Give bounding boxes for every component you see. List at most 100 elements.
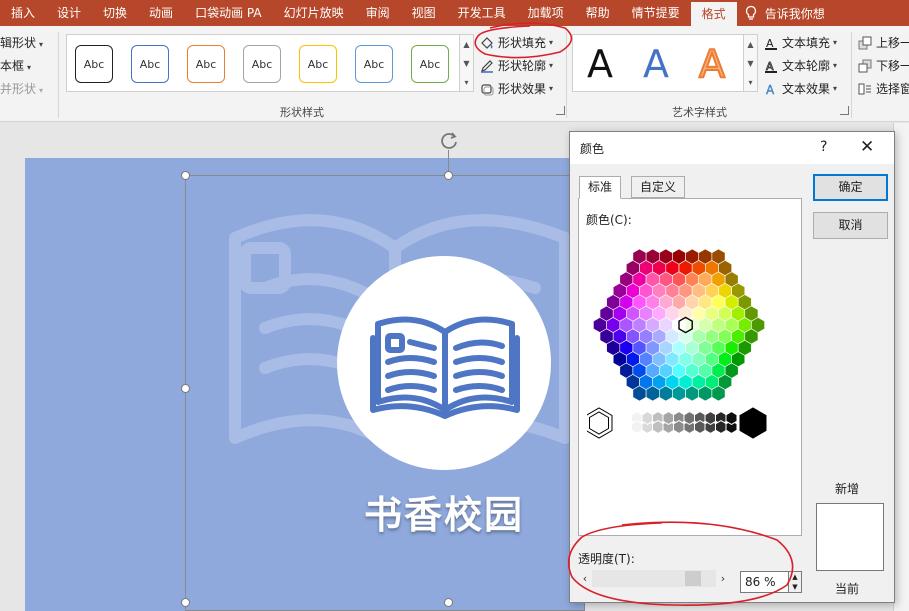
- text-fill-label: 文本填充: [782, 36, 831, 50]
- tab-insert[interactable]: 插入: [0, 0, 46, 26]
- slider-right-icon[interactable]: ›: [716, 570, 730, 587]
- shape-style-swatch[interactable]: Abc: [187, 45, 225, 83]
- text-box-label: 本框: [0, 59, 25, 73]
- cancel-button[interactable]: 取消: [813, 212, 888, 239]
- slide-title[interactable]: 书香校园: [337, 484, 551, 539]
- close-icon[interactable]: ✕: [860, 137, 874, 157]
- tab-addins[interactable]: 加载项: [517, 0, 575, 26]
- shape-style-swatch[interactable]: Abc: [243, 45, 281, 83]
- tab-pocket-animation[interactable]: 口袋动画 PA: [184, 0, 273, 26]
- shape-outline-button[interactable]: 形状轮廓 ▾: [480, 57, 553, 74]
- text-fill-button[interactable]: A 文本填充 ▾: [764, 34, 837, 51]
- text-fill-icon: A: [765, 37, 777, 50]
- resize-handle-top-middle[interactable]: [444, 171, 453, 180]
- colors-label: 颜色(C):: [586, 213, 632, 227]
- text-effects-button[interactable]: A 文本效果 ▾: [764, 80, 837, 97]
- tab-storyboard[interactable]: 情节提要: [621, 0, 691, 26]
- wordart-group-label: 艺术字样式: [672, 106, 727, 119]
- tab-standard[interactable]: 标准: [579, 176, 622, 199]
- tab-review[interactable]: 审阅: [355, 0, 401, 26]
- resize-handle-top-left[interactable]: [181, 171, 190, 180]
- shape-style-swatch[interactable]: Abc: [355, 45, 393, 83]
- send-backward-button[interactable]: 下移一: [858, 57, 909, 74]
- bring-forward-button[interactable]: 上移一: [858, 34, 909, 51]
- swatch-text: Abc: [363, 57, 385, 71]
- text-effects-label: 文本效果: [782, 82, 831, 96]
- group-divider: [566, 32, 567, 118]
- send-backward-label: 下移一: [876, 59, 909, 73]
- shape-styles-group-label: 形状样式: [280, 106, 324, 119]
- gallery-more-icon[interactable]: ▾: [460, 73, 473, 92]
- merge-shapes-button[interactable]: 并形状 ▾: [0, 80, 43, 97]
- edit-shape-button[interactable]: 辑形状 ▾: [0, 34, 43, 51]
- wordart-gallery-scrollbar[interactable]: ▲ ▼ ▾: [744, 34, 758, 92]
- shape-style-swatch[interactable]: Abc: [411, 45, 449, 83]
- transparency-spinner[interactable]: ▲ ▼: [788, 571, 802, 593]
- tell-me-box[interactable]: 告诉我你想: [737, 5, 825, 22]
- dialog-launcher-icon[interactable]: [556, 106, 565, 115]
- standard-colors-panel: 颜色(C):: [578, 198, 802, 536]
- shape-effects-button[interactable]: 形状效果 ▾: [480, 80, 553, 97]
- resize-handle-bottom-middle[interactable]: [444, 598, 453, 607]
- text-outline-button[interactable]: A 文本轮廓 ▾: [764, 57, 837, 74]
- pencil-icon: [481, 59, 493, 73]
- tab-transitions[interactable]: 切换: [92, 0, 138, 26]
- tab-animations[interactable]: 动画: [138, 0, 184, 26]
- tab-developer[interactable]: 开发工具: [447, 0, 517, 26]
- dialog-launcher-icon[interactable]: [840, 106, 849, 115]
- grayscale-picker[interactable]: [587, 403, 795, 443]
- transparency-slider[interactable]: ‹ ›: [578, 570, 730, 587]
- shape-style-swatch[interactable]: Abc: [299, 45, 337, 83]
- gallery-scrollbar[interactable]: ▲ ▼ ▾: [460, 34, 474, 92]
- bring-forward-icon: [858, 36, 872, 49]
- wordart-style-orange-outline[interactable]: A: [698, 41, 726, 87]
- tab-format[interactable]: 格式: [690, 2, 737, 26]
- tab-custom[interactable]: 自定义: [631, 176, 686, 198]
- shape-styles-gallery: Abc Abc Abc Abc Abc Abc Abc: [66, 34, 460, 92]
- spin-down-icon[interactable]: ▼: [789, 582, 801, 592]
- slider-thumb[interactable]: [684, 571, 701, 586]
- gallery-more-icon[interactable]: ▾: [744, 73, 757, 92]
- vertical-scrollbar[interactable]: [893, 123, 909, 611]
- edit-shape-label: 辑形状: [0, 36, 37, 50]
- resize-handle-middle-left[interactable]: [181, 384, 190, 393]
- shape-effects-icon: [481, 83, 494, 95]
- tab-design[interactable]: 设计: [46, 0, 92, 26]
- wordart-style-black[interactable]: A: [587, 41, 613, 87]
- swatch-text: Abc: [251, 57, 273, 71]
- slider-track[interactable]: [592, 570, 716, 587]
- shape-fill-button[interactable]: 形状填充 ▾: [480, 34, 553, 51]
- wordart-style-blue[interactable]: A: [643, 41, 669, 87]
- gray-color-cell: [725, 411, 738, 425]
- text-effects-icon: A: [766, 82, 775, 95]
- color-hexagon-picker[interactable]: [587, 233, 795, 415]
- tab-help[interactable]: 帮助: [575, 0, 621, 26]
- gray-color-cell: [641, 411, 654, 425]
- gray-color-cell: [683, 411, 696, 425]
- tab-slideshow[interactable]: 幻灯片放映: [273, 0, 355, 26]
- bring-forward-label: 上移一: [876, 36, 909, 50]
- gallery-down-icon[interactable]: ▼: [744, 54, 757, 73]
- new-color-label: 新增: [835, 482, 860, 496]
- chevron-down-icon: ▾: [27, 63, 32, 72]
- shape-effects-label: 形状效果: [498, 82, 547, 96]
- gallery-up-icon[interactable]: ▲: [744, 35, 757, 54]
- shape-style-swatch[interactable]: Abc: [75, 45, 113, 83]
- selection-pane-button[interactable]: 选择窗: [858, 80, 909, 97]
- chevron-down-icon: ▾: [39, 86, 44, 95]
- help-icon[interactable]: ?: [820, 139, 827, 155]
- spin-up-icon[interactable]: ▲: [789, 572, 801, 582]
- color-dialog: 颜色 ? ✕ 标准 自定义 颜色(C): 确定 取消 新增 当前 透明度(T):…: [569, 131, 895, 603]
- ok-button[interactable]: 确定: [813, 174, 888, 201]
- slider-left-icon[interactable]: ‹: [578, 570, 592, 587]
- tab-view[interactable]: 视图: [401, 0, 447, 26]
- gallery-down-icon[interactable]: ▼: [460, 54, 473, 73]
- dialog-title-bar[interactable]: 颜色 ? ✕: [570, 132, 894, 164]
- resize-handle-bottom-left[interactable]: [181, 598, 190, 607]
- gray-color-cell: [652, 420, 664, 434]
- shape-style-swatch[interactable]: Abc: [131, 45, 169, 83]
- gallery-up-icon[interactable]: ▲: [460, 35, 473, 54]
- rotate-handle-icon[interactable]: [438, 130, 460, 152]
- selection-pane-icon: [858, 83, 871, 94]
- text-box-button[interactable]: 本框 ▾: [0, 57, 31, 74]
